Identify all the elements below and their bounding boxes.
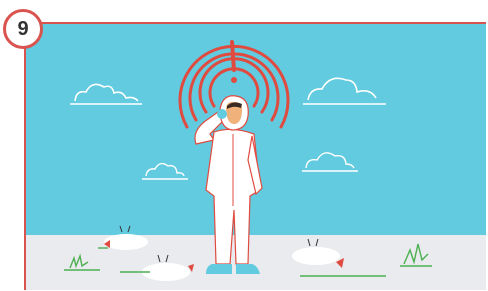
person-in-protective-suit-icon [194, 95, 263, 274]
cloud-icon [142, 162, 188, 180]
step-number: 9 [17, 17, 29, 40]
step-number-badge: 9 [3, 9, 43, 49]
cloud-icon [303, 77, 386, 105]
cloud-icon [70, 83, 142, 105]
dead-chicken-icon [142, 254, 194, 281]
cloud-icon [302, 152, 358, 172]
dead-chicken-icon [292, 238, 344, 268]
dead-chicken-icon [104, 225, 148, 250]
illustration [64, 40, 432, 281]
